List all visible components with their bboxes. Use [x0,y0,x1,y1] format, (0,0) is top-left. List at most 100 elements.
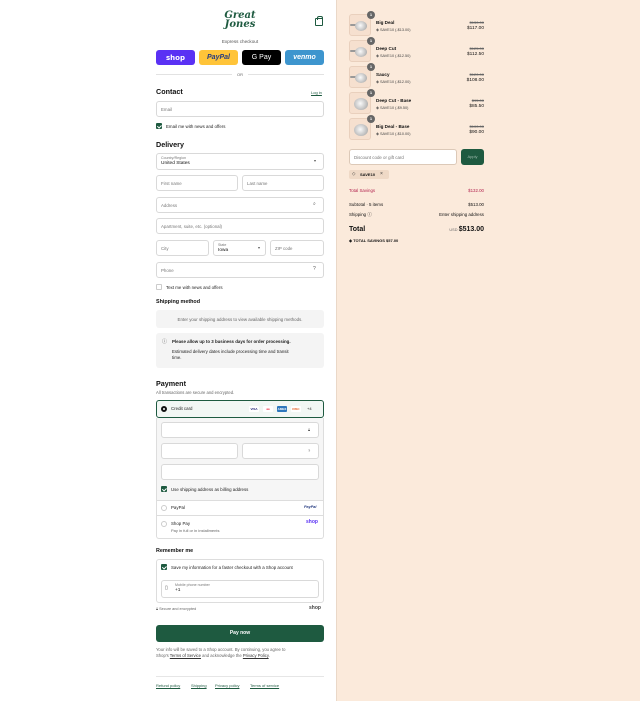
help-icon[interactable]: ? [313,266,316,272]
zip-field[interactable]: ZIP code [270,240,324,256]
expiry-field[interactable] [161,443,238,459]
processing-notice-line2: time. [172,355,182,360]
express-checkout-label: Express checkout [221,39,259,44]
apply-discount-button[interactable]: Apply [461,149,484,165]
email-news-checkbox[interactable] [156,123,162,129]
total-amount: USD $513.00 [449,226,484,233]
remove-discount-icon[interactable]: × [380,171,383,177]
product-name: Big Deal [376,20,395,25]
refund-policy-link[interactable]: Refund policy [156,683,180,688]
name-on-card-field[interactable] [161,464,319,480]
subtotal-label: Subtotal · 5 items [349,202,384,207]
delivery-heading: Delivery [156,140,184,149]
product-old-price: $100.00 [469,124,484,129]
card-number-field[interactable] [161,422,319,438]
terms-link[interactable]: Terms of Service [170,653,201,658]
paypal-radio[interactable] [161,505,167,511]
pan-image [355,47,367,57]
product-discount-text: SAVE10 (-$10.00) [379,132,411,136]
savings-footer-label: TOTAL SAVINGS [353,238,385,243]
discount-code-input[interactable]: Discount code or gift card [349,149,457,165]
apartment-placeholder: Apartment, suite, etc. (optional) [161,224,223,229]
visa-text: VISA [250,407,258,411]
email-placeholder: Email [161,107,172,112]
visa-icon: VISA [249,406,259,412]
product-price: $85.50 [469,104,484,109]
legal-line-2-end: . [268,653,270,658]
product-thumbnail: 1 [349,89,375,114]
processing-notice-line1: Estimated delivery dates include process… [172,349,289,354]
billing-same-checkbox[interactable] [161,486,167,492]
amex-text: AMEX [277,407,287,411]
product-discount-text: SAVE10 (-$9.50) [379,106,409,110]
terms-of-service-link[interactable]: Terms of service [250,683,279,688]
venmo-button[interactable]: venmo [285,50,324,65]
amex-icon: AMEX [277,406,287,412]
legal-line-2-pre: Shop's [156,653,170,658]
or-text: OR [232,72,248,77]
last-name-placeholder: Last name [247,181,268,186]
mobile-phone-label: Mobile phone number [175,583,210,587]
help-icon[interactable]: ⓘ [366,212,371,217]
apartment-field[interactable]: Apartment, suite, etc. (optional) [156,218,324,234]
savings-footer-value: $57.00 [386,238,399,243]
product-discount-text: SAVE10 (-$12.50) [379,54,411,58]
product-thumbnail: 1 [349,115,375,140]
text-news-label: Text me with news and offers [166,284,223,290]
phone-field[interactable]: Phone [156,262,324,278]
quantity-badge: 1 [367,11,375,19]
more-cards-icon: +4 [307,406,312,411]
help-icon[interactable]: ? [308,448,310,453]
first-name-field[interactable]: First name [156,175,238,191]
shipping-method-heading: Shipping method [156,299,201,305]
quantity-badge: 1 [367,115,375,123]
discount-chip-label: SAVE10 [360,172,376,177]
total-value: $513.00 [458,226,484,233]
payment-heading: Payment [156,379,186,388]
product-price: $90.00 [469,130,484,135]
shipping-link[interactable]: Shipping [191,683,207,688]
paypal-button-label: PayPal [207,54,230,61]
city-field[interactable]: City [156,240,209,256]
mobile-phone-field[interactable]: Mobile phone number +1 [161,580,319,598]
address-field[interactable]: Address [156,197,324,213]
product-thumbnail: 1 [349,11,375,36]
pay-now-button[interactable]: Pay now [156,625,324,642]
country-select[interactable]: Country/Region United States [156,153,324,170]
discover-icon: DISC [291,406,301,412]
total-label: Total [349,226,366,233]
email-field[interactable]: Email [156,101,324,117]
footer-divider [156,676,324,677]
product-discount-text: SAVE10 (-$13.00) [379,28,411,32]
legal-text: Your info will be saved to a Shop accoun… [156,647,326,659]
legal-line-2-mid: and acknowledge the [200,653,243,658]
chevron-down-icon: ▾ [314,158,317,163]
product-price: $112.50 [467,52,484,57]
info-icon: ⓘ [162,339,168,345]
paypal-button[interactable]: PayPal [199,50,238,65]
shop-pay-radio[interactable] [161,521,167,527]
text-news-checkbox[interactable] [156,284,162,290]
zip-placeholder: ZIP code [275,246,293,251]
shop-pay-button[interactable]: shop [156,50,195,65]
product-old-price: $95.00 [471,98,484,103]
secure-encrypted-text: 🔒︎ Secure and encrypted [156,607,196,611]
shipping-summary: Shipping ⓘ [349,212,372,218]
privacy-policy-link[interactable]: Privacy policy [215,683,239,688]
privacy-link[interactable]: Privacy Policy [243,653,269,658]
great-jones-logo[interactable]: Great Jones [222,11,258,30]
credit-card-radio[interactable] [161,406,167,412]
country-value: United States [161,160,190,166]
tag-icon: ◇ [352,171,356,176]
save-info-checkbox[interactable] [161,564,167,570]
google-pay-button[interactable]: G Pay [242,50,281,65]
product-old-price: $125.00 [469,46,484,51]
shop-pay-logo: shop [306,519,318,525]
product-price: $108.00 [466,78,484,83]
country-label: Country/Region [161,156,186,160]
shop-logo: shop [309,605,321,611]
login-link[interactable]: Log in [311,90,322,95]
last-name-field[interactable]: Last name [242,175,324,191]
shopping-bag-icon[interactable] [315,16,323,26]
mobile-phone-value: +1 [175,587,181,593]
